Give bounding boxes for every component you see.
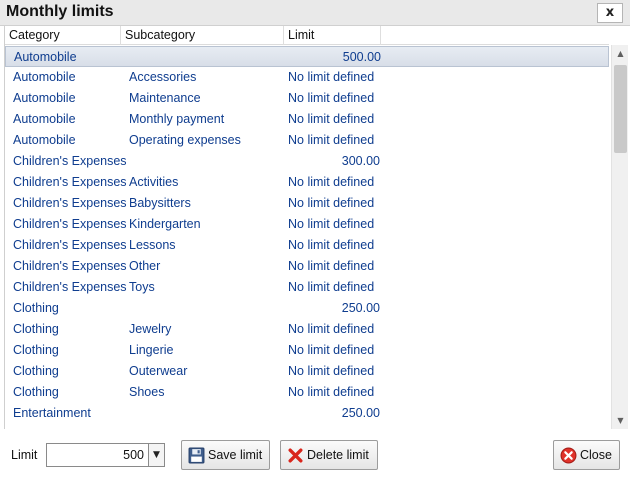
red-x-icon (288, 448, 303, 463)
table-row[interactable]: Entertainment 250.00 (5, 403, 609, 424)
cell-subcategory: Other (129, 259, 161, 273)
close-button[interactable]: Close (553, 440, 620, 470)
window-title: Monthly limits (6, 3, 114, 20)
cell-limit: No limit defined (288, 196, 375, 210)
cell-limit: No limit defined (288, 322, 375, 336)
cell-limit: No limit defined (288, 70, 375, 84)
table-row[interactable]: Clothing 250.00 (5, 298, 609, 319)
cell-subcategory: Maintenance (129, 91, 201, 105)
limit-label: Limit (11, 448, 38, 462)
cell-limit: No limit defined (288, 238, 375, 252)
cell-limit: No limit defined (288, 91, 375, 105)
table-row[interactable]: Automobile 500.00 (5, 46, 609, 67)
cell-category: Clothing (13, 343, 59, 357)
table-row[interactable]: Automobile Monthly payment No limit define… (5, 109, 609, 130)
save-limit-button[interactable]: Save limit (181, 440, 270, 470)
cell-limit: No limit defined (288, 280, 375, 294)
table-row[interactable]: Clothing Outerwear No limit defined (5, 361, 609, 382)
cell-limit: No limit defined (288, 385, 375, 399)
cell-category: Children's Expenses (13, 280, 127, 294)
cell-limit: No limit defined (288, 259, 375, 273)
cell-subcategory: Toys (129, 280, 155, 294)
column-header-limit[interactable]: Limit (284, 26, 381, 45)
cell-limit: No limit defined (288, 112, 375, 126)
table-row[interactable]: Children's Expenses Lessons No limit defin… (5, 235, 609, 256)
cell-limit: 500.00 (342, 50, 381, 64)
table-row[interactable]: Children's Expenses Toys No limit defined (5, 277, 609, 298)
cell-subcategory: Outerwear (129, 364, 188, 378)
cell-category: Automobile (13, 133, 76, 147)
scroll-down-arrow-icon[interactable]: ▼ (612, 412, 628, 429)
cell-category: Children's Expenses (13, 259, 127, 273)
cell-category: Children's Expenses (13, 196, 127, 210)
cell-category: Automobile (13, 112, 76, 126)
cell-category: Children's Expenses (13, 217, 127, 231)
vertical-scrollbar[interactable]: ▲ ▼ (611, 45, 628, 429)
grid-header: Category Subcategory Limit (5, 26, 609, 45)
scroll-up-arrow-icon[interactable]: ▲ (612, 45, 628, 62)
cell-subcategory: Shoes (129, 385, 165, 399)
cell-subcategory: Activities (129, 175, 179, 189)
delete-limit-label: Delete limit (307, 448, 369, 462)
delete-limit-button[interactable]: Delete limit (280, 440, 378, 470)
limits-grid[interactable]: Category Subcategory Limit Automobile 500… (4, 26, 628, 429)
red-circle-x-icon (560, 447, 577, 464)
cell-limit: 250.00 (341, 301, 380, 315)
cell-category: Automobile (13, 70, 76, 84)
scroll-thumb[interactable] (614, 65, 627, 153)
footer-bar: Limit 500 ▼ Save limit Delete limit Clos… (0, 430, 630, 480)
cell-subcategory: Jewelry (129, 322, 172, 336)
title-bar: Monthly limits x (0, 0, 630, 26)
close-label: Close (580, 448, 612, 462)
cell-category: Clothing (13, 301, 59, 315)
table-row[interactable]: Children's Expenses Activities No limit de… (5, 172, 609, 193)
cell-limit: No limit defined (288, 175, 375, 189)
table-row[interactable]: Automobile Operating expenses No limit def… (5, 130, 609, 151)
cell-subcategory: Accessories (129, 70, 197, 84)
table-row[interactable]: Clothing Shoes No limit defined (5, 382, 609, 403)
floppy-disk-icon (188, 447, 205, 464)
chevron-down-icon[interactable]: ▼ (149, 443, 165, 467)
cell-subcategory: Lessons (129, 238, 176, 252)
table-row[interactable]: Children's Expenses Kindergarten No limit … (5, 214, 609, 235)
cell-limit: No limit defined (288, 343, 375, 357)
cell-subcategory: Babysitters (129, 196, 191, 210)
cell-subcategory: Operating expenses (129, 133, 241, 147)
cell-category: Clothing (13, 322, 59, 336)
cell-category: Clothing (13, 364, 59, 378)
column-header-category[interactable]: Category (5, 26, 121, 45)
cell-category: Clothing (13, 385, 59, 399)
cell-limit: No limit defined (288, 217, 375, 231)
cell-category: Children's Expenses (13, 238, 127, 252)
table-row[interactable]: Children's Expenses Babysitters No limit d… (5, 193, 609, 214)
table-row[interactable]: Children's Expenses 300.00 (5, 151, 609, 172)
cell-limit: 300.00 (341, 154, 380, 168)
cell-limit: No limit defined (288, 364, 375, 378)
cell-limit: No limit defined (288, 133, 375, 147)
column-header-subcategory[interactable]: Subcategory (121, 26, 284, 45)
table-row[interactable]: Children's Expenses Other No limit defined (5, 256, 609, 277)
cell-subcategory: Kindergarten (129, 217, 201, 231)
cell-category: Automobile (13, 91, 76, 105)
cell-category: Children's Expenses (13, 175, 127, 189)
table-row[interactable]: Clothing Jewelry No limit defined (5, 319, 609, 340)
grid-rows: Automobile 500.00 Automobile Accessories No … (5, 46, 609, 424)
cell-category: Automobile (14, 50, 77, 64)
cell-subcategory: Lingerie (129, 343, 174, 357)
table-row[interactable]: Clothing Lingerie No limit defined (5, 340, 609, 361)
table-row[interactable]: Automobile Maintenance No limit defined (5, 88, 609, 109)
limit-input[interactable]: 500 (46, 443, 149, 467)
cell-category: Entertainment (13, 406, 91, 420)
save-limit-label: Save limit (208, 448, 263, 462)
cell-category: Children's Expenses (13, 154, 127, 168)
table-row[interactable]: Automobile Accessories No limit defined (5, 67, 609, 88)
cell-limit: 250.00 (341, 406, 380, 420)
window-close-button[interactable]: x (597, 3, 623, 23)
cell-subcategory: Monthly payment (129, 112, 225, 126)
